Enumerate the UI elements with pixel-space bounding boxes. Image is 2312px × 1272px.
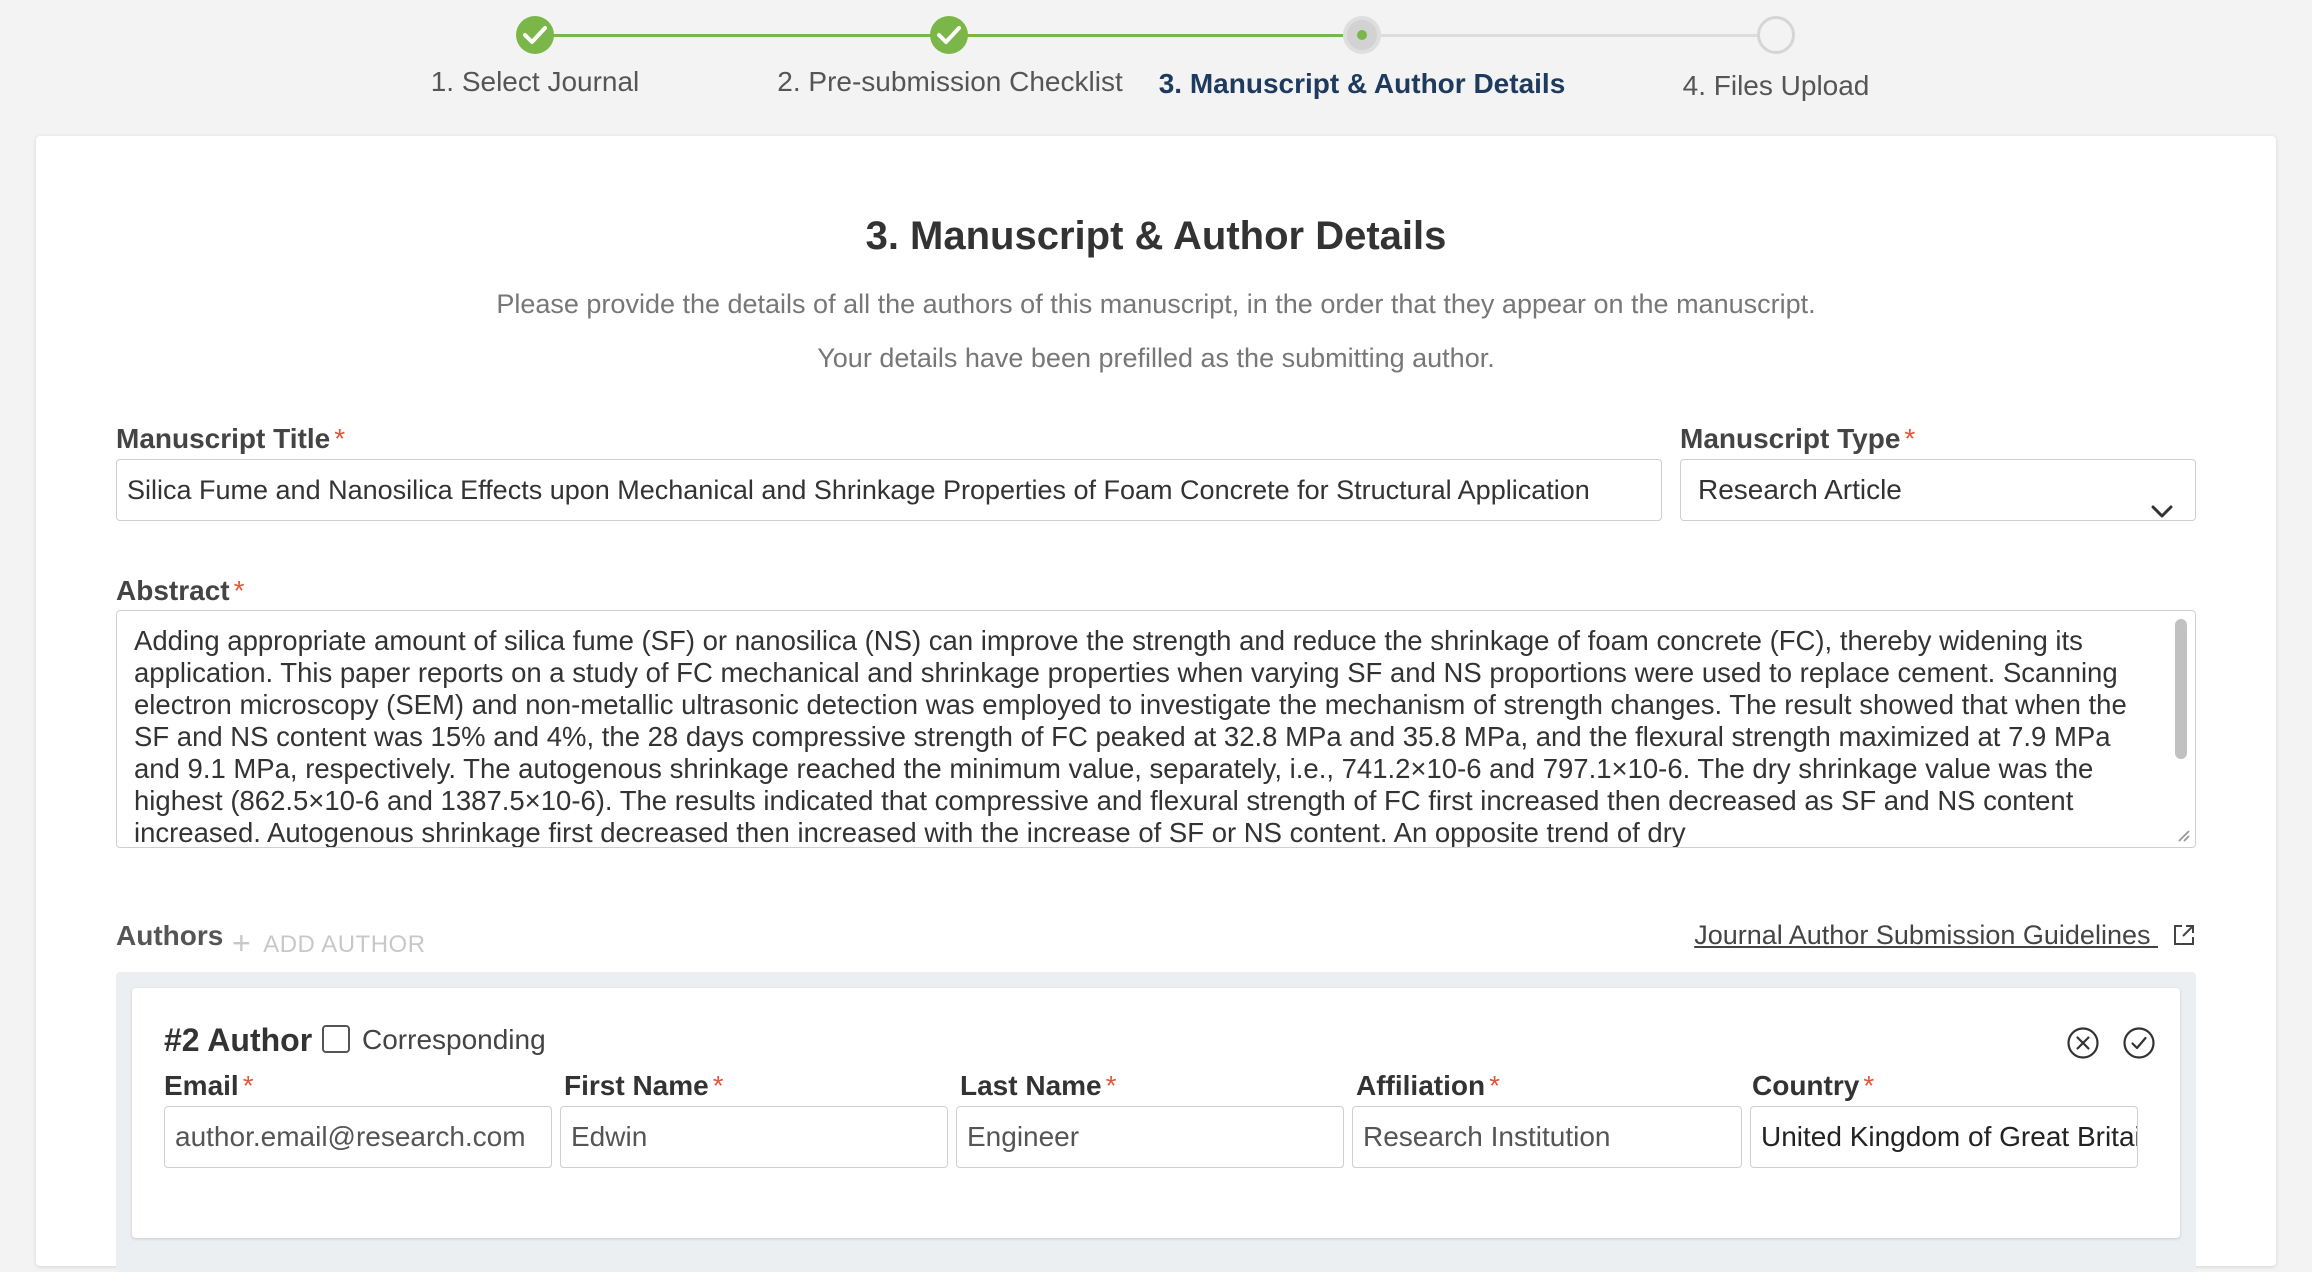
page-title: 3. Manuscript & Author Details xyxy=(865,214,1447,258)
required-marker: * xyxy=(242,1070,254,1101)
author-guidelines-link[interactable]: Journal Author Submission Guidelines xyxy=(1694,920,2196,951)
step-connector-done xyxy=(967,34,1361,37)
abstract-label: Abstract * xyxy=(116,575,245,606)
manuscript-title-label: Manuscript Title * xyxy=(116,423,346,454)
step-2-label[interactable]: 2. Pre-submission Checklist xyxy=(777,66,1122,98)
required-marker: * xyxy=(1904,423,1916,454)
external-link-icon xyxy=(2174,925,2194,945)
resize-grip-icon[interactable] xyxy=(2175,827,2191,843)
email-field[interactable]: author.email@research.com xyxy=(164,1106,552,1168)
email-label: Email * xyxy=(164,1070,254,1101)
manuscript-type-label: Manuscript Type * xyxy=(1680,423,1916,454)
author-heading: #2 Author xyxy=(164,1022,313,1058)
confirm-author-icon[interactable] xyxy=(2122,1026,2156,1060)
page-subtitle: Please provide the details of all the au… xyxy=(496,289,1816,319)
authors-label: Authors xyxy=(116,920,224,951)
manuscript-type-value: Research Article xyxy=(1698,474,1902,505)
step-connector-pending xyxy=(1381,34,1775,37)
corresponding-checkbox[interactable] xyxy=(322,1025,350,1053)
last-name-label: Last Name * xyxy=(960,1070,1117,1101)
page-note: Your details have been prefilled as the … xyxy=(817,343,1495,373)
step-3-current-dot-icon xyxy=(1343,16,1381,54)
corresponding-label: Corresponding xyxy=(362,1024,546,1055)
abstract-text: Adding appropriate amount of silica fume… xyxy=(134,625,2127,848)
author-card: #2 Author Corresponding Email * First Nam… xyxy=(132,988,2180,1238)
manuscript-title-input[interactable]: Silica Fume and Nanosilica Effects upon … xyxy=(116,459,1662,521)
add-author-button[interactable]: + ADD AUTHOR xyxy=(232,923,426,961)
country-field[interactable]: United Kingdom of Great Britain xyxy=(1750,1106,2138,1168)
last-name-field[interactable]: Engineer xyxy=(956,1106,1344,1168)
step-3-label: 3. Manuscript & Author Details xyxy=(1158,68,1566,99)
chevron-down-icon xyxy=(2151,480,2173,520)
abstract-scrollbar[interactable] xyxy=(2171,615,2191,843)
country-label: Country * xyxy=(1752,1070,1875,1101)
step-1-check-icon xyxy=(516,16,554,54)
first-name-field[interactable]: Edwin xyxy=(560,1106,948,1168)
abstract-textarea[interactable]: Adding appropriate amount of silica fume… xyxy=(116,610,2196,848)
required-marker: * xyxy=(233,575,245,606)
required-marker: * xyxy=(1489,1070,1500,1101)
required-marker: * xyxy=(712,1070,724,1101)
step-4-pending-dot-icon xyxy=(1757,16,1795,54)
required-marker: * xyxy=(1105,1070,1117,1101)
plus-icon: + xyxy=(232,925,252,961)
step-1-label[interactable]: 1. Select Journal xyxy=(431,66,640,98)
step-connector-done xyxy=(553,34,947,37)
first-name-label: First Name * xyxy=(564,1070,724,1101)
authors-list: #2 Author Corresponding Email * First Nam… xyxy=(116,972,2196,1272)
step-4-label: 4. Files Upload xyxy=(1682,70,1870,101)
required-marker: * xyxy=(334,423,346,454)
required-marker: * xyxy=(1863,1070,1875,1101)
form-card: 3. Manuscript & Author Details Please pr… xyxy=(36,136,2276,1272)
progress-stepper: 1. Select Journal 2. Pre-submission Chec… xyxy=(0,0,2312,130)
add-author-label: ADD AUTHOR xyxy=(263,931,426,958)
remove-author-icon[interactable] xyxy=(2066,1026,2100,1060)
scrollbar-thumb[interactable] xyxy=(2175,619,2187,759)
affiliation-field[interactable]: Research Institution xyxy=(1352,1106,1742,1168)
affiliation-label: Affiliation * xyxy=(1356,1070,1500,1101)
step-2-check-icon xyxy=(930,16,968,54)
manuscript-type-select[interactable]: Research Article xyxy=(1680,459,2196,521)
author-guidelines-label: Journal Author Submission Guidelines xyxy=(1694,920,2151,950)
